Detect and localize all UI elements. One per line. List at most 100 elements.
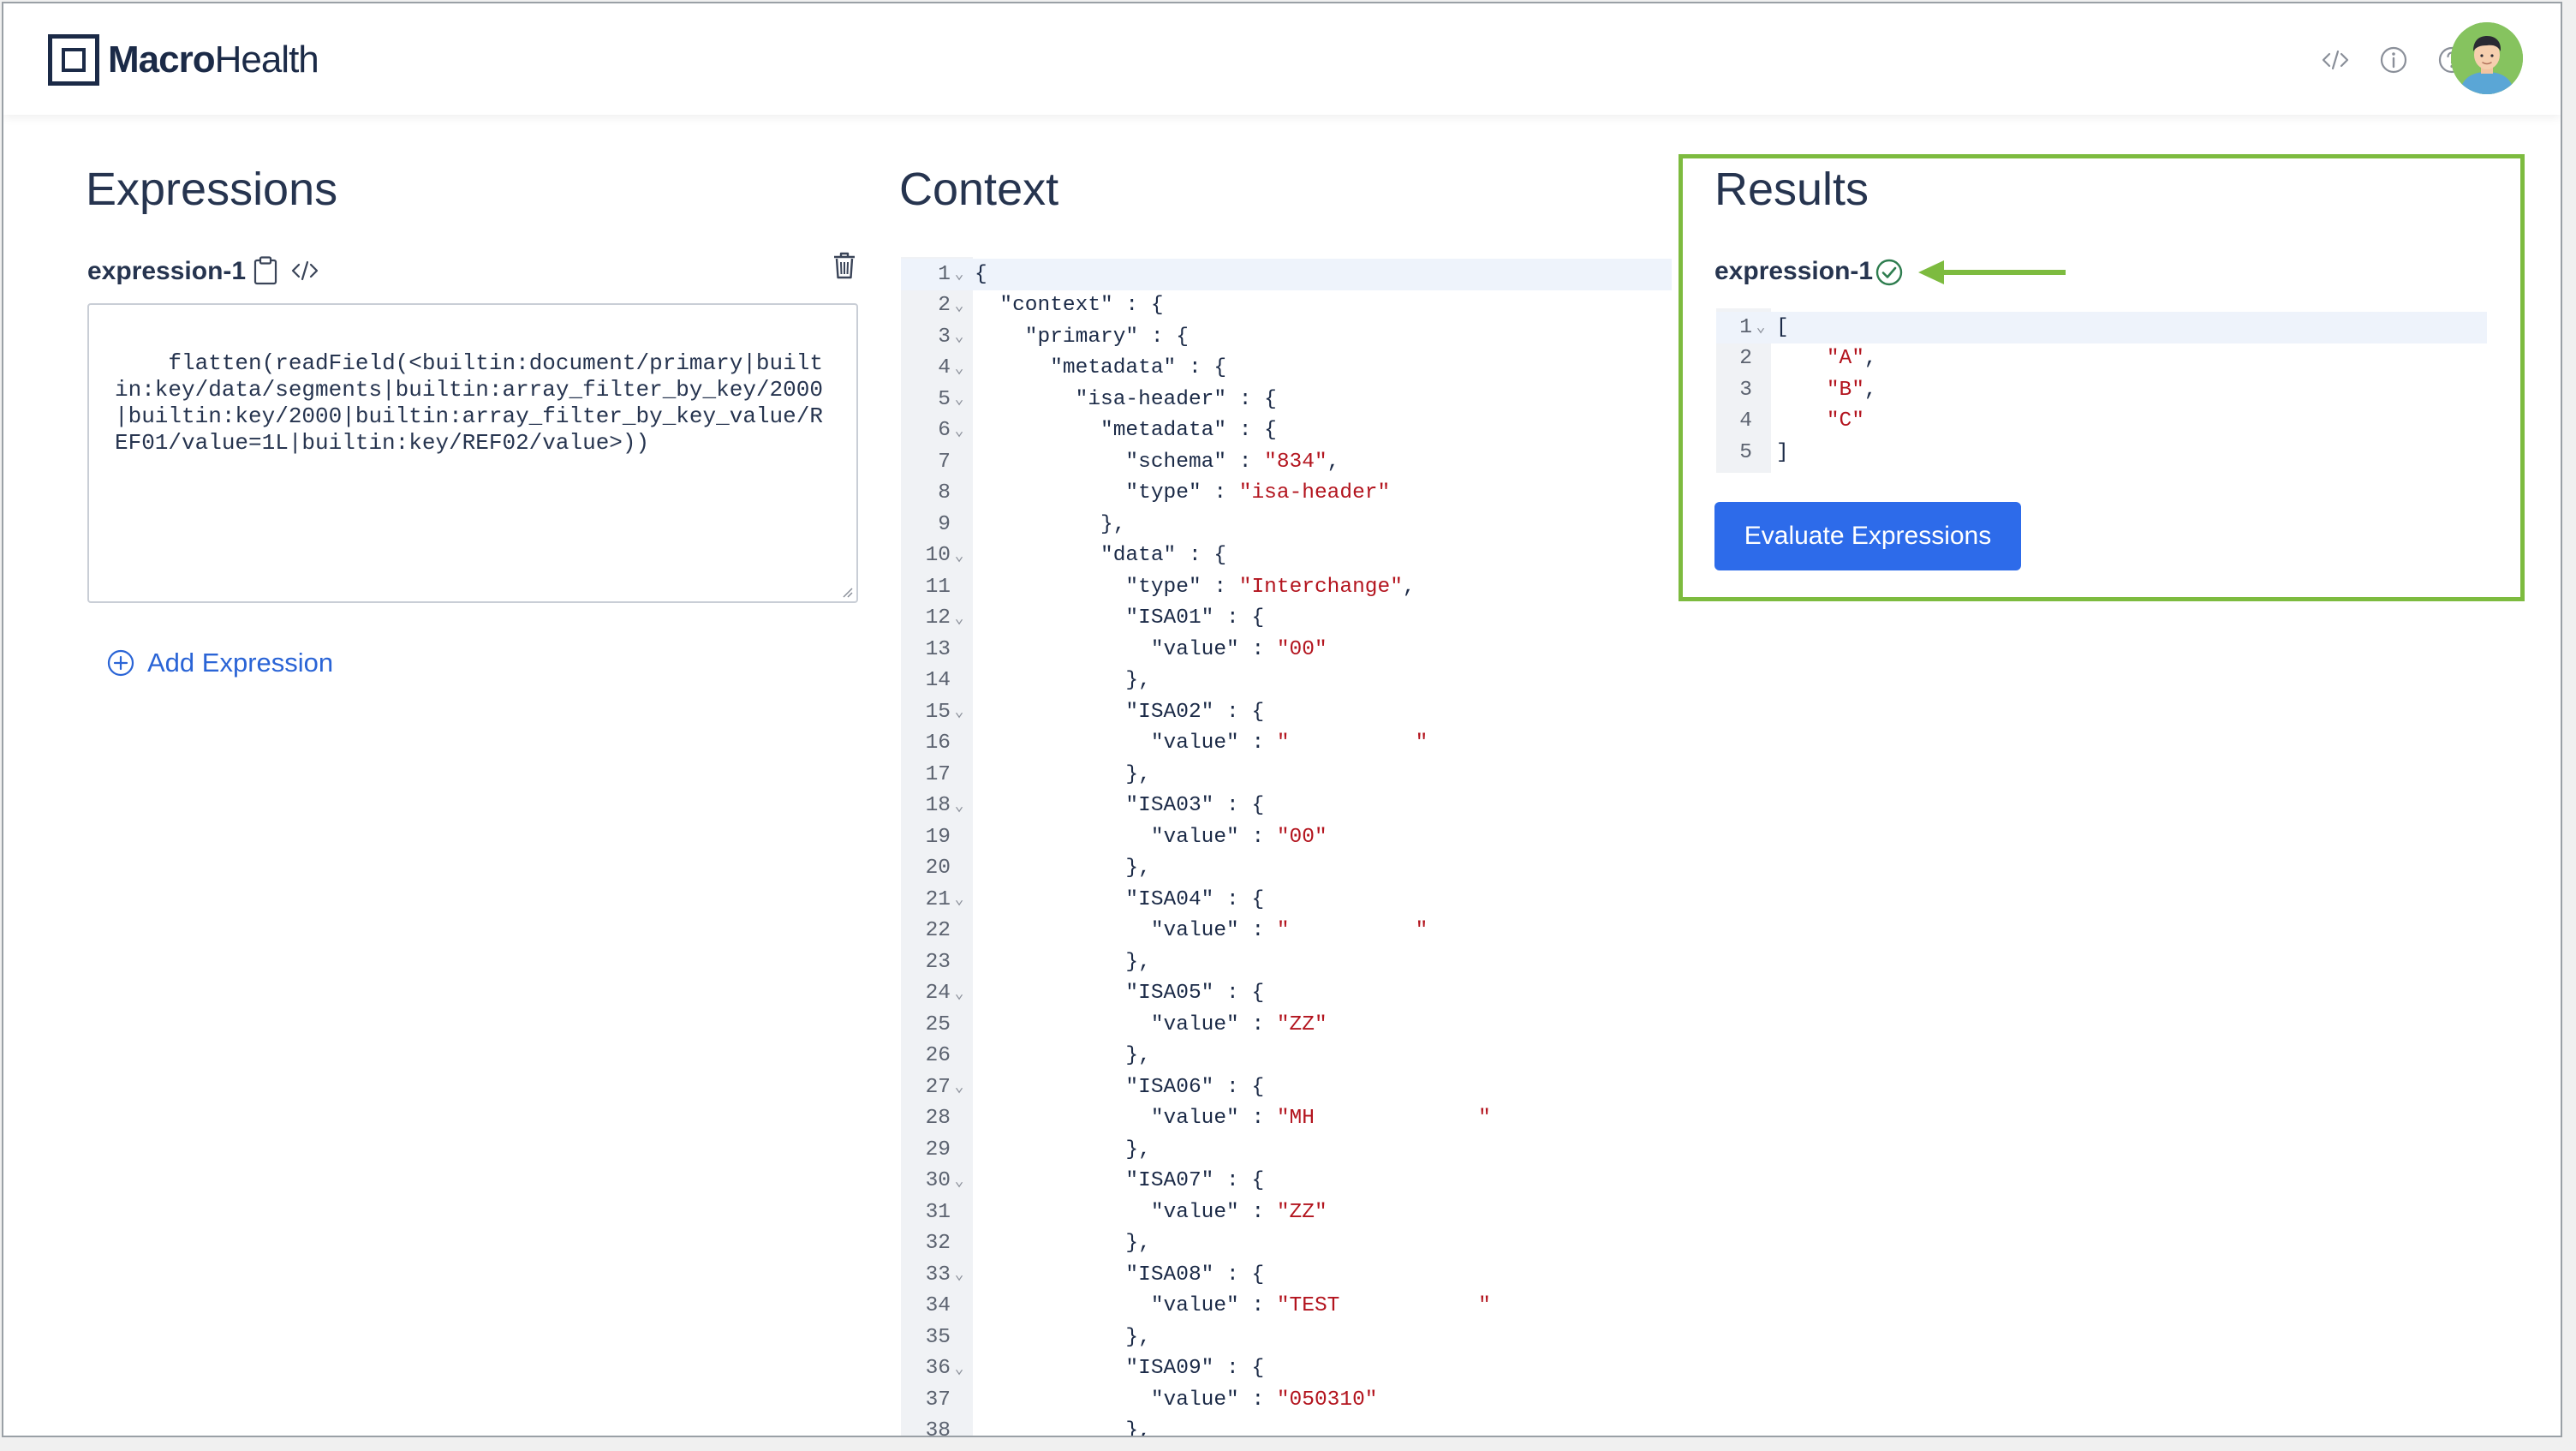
fold-chevron-icon[interactable]: ⌄ bbox=[951, 702, 968, 721]
line-number: 4 bbox=[938, 356, 951, 380]
line-number: 31 bbox=[925, 1200, 951, 1224]
fold-chevron-icon[interactable]: ⌄ bbox=[951, 296, 968, 315]
line-number: 1 bbox=[938, 262, 951, 286]
evaluate-expressions-button[interactable]: Evaluate Expressions bbox=[1714, 502, 2021, 570]
brand-name-bold: Macro bbox=[108, 39, 216, 81]
fold-chevron-icon[interactable]: ⌄ bbox=[951, 327, 968, 346]
code-text: "metadata" : { bbox=[975, 356, 1227, 380]
fold-chevron-icon[interactable]: ⌄ bbox=[951, 421, 968, 440]
line-number: 37 bbox=[925, 1388, 951, 1412]
line-number: 35 bbox=[925, 1325, 951, 1349]
code-text: "value" : "TEST " bbox=[975, 1294, 1491, 1318]
toolbar-icons bbox=[2321, 34, 2466, 86]
check-circle-icon bbox=[1875, 259, 1903, 286]
trash-icon[interactable] bbox=[829, 250, 860, 281]
fold-chevron-icon[interactable]: ⌄ bbox=[951, 359, 968, 378]
code-text: }, bbox=[975, 1232, 1151, 1256]
result-code-view[interactable]: 1 ⌄[2 "A", 3 "B", 4 "C" 5] bbox=[1716, 308, 2487, 473]
code-line: 12 ⌄ "ISA01" : { bbox=[901, 603, 1672, 635]
top-navbar: MacroHealth bbox=[3, 3, 2561, 115]
context-code-editor[interactable]: 1 ⌄{2 ⌄ "context" : {3 ⌄ "primary" : {4 ⌄ "m… bbox=[901, 257, 1672, 1437]
code-text: "ISA01" : { bbox=[975, 606, 1265, 630]
code-icon[interactable] bbox=[2321, 45, 2350, 75]
code-text: }, bbox=[975, 512, 1126, 536]
brand-name: MacroHealth bbox=[108, 39, 319, 81]
code-line: 29 }, bbox=[901, 1134, 1672, 1166]
add-expression-button[interactable]: Add Expression bbox=[106, 648, 333, 678]
code-line: 3 ⌄ "primary" : { bbox=[901, 321, 1672, 353]
info-icon[interactable] bbox=[2379, 45, 2408, 75]
brand-name-regular: Health bbox=[214, 39, 319, 81]
code-line: 22 "value" : " " bbox=[901, 916, 1672, 947]
code-text: }, bbox=[975, 762, 1151, 786]
fold-chevron-icon[interactable]: ⌄ bbox=[951, 984, 968, 1003]
line-number: 27 bbox=[925, 1075, 951, 1099]
fold-chevron-icon[interactable]: ⌄ bbox=[951, 1265, 968, 1284]
line-number: 24 bbox=[925, 982, 951, 1006]
line-number: 3 bbox=[938, 325, 951, 349]
code-text: "C" bbox=[1826, 409, 1864, 433]
code-line: 2 ⌄ "context" : { bbox=[901, 290, 1672, 322]
fold-chevron-icon[interactable]: ⌄ bbox=[951, 390, 968, 409]
code-text: "type" : "isa-header" bbox=[975, 481, 1391, 505]
fold-chevron-icon[interactable]: ⌄ bbox=[951, 797, 968, 815]
line-number: 30 bbox=[925, 1169, 951, 1193]
fold-chevron-icon[interactable]: ⌄ bbox=[951, 890, 968, 909]
user-avatar[interactable] bbox=[2451, 22, 2523, 94]
line-number: 11 bbox=[925, 575, 951, 599]
code-text: }, bbox=[975, 1419, 1151, 1437]
fold-chevron-icon[interactable]: ⌄ bbox=[951, 609, 968, 628]
fold-chevron-icon[interactable]: ⌄ bbox=[951, 1172, 968, 1191]
fold-chevron-icon[interactable]: ⌄ bbox=[1752, 318, 1769, 337]
code-view-icon[interactable] bbox=[289, 255, 320, 286]
line-number: 16 bbox=[925, 731, 951, 755]
line-number: 14 bbox=[925, 669, 951, 693]
code-line: 1 ⌄ { bbox=[901, 259, 1672, 290]
line-number: 17 bbox=[925, 762, 951, 786]
expressions-title: Expressions bbox=[86, 164, 338, 215]
code-line: 14 }, bbox=[901, 666, 1672, 697]
code-text: "ISA06" : { bbox=[975, 1075, 1265, 1099]
expression-text[interactable]: flatten(readField(<builtin:document/prim… bbox=[115, 350, 823, 456]
line-number: 2 bbox=[938, 294, 951, 318]
clipboard-icon[interactable] bbox=[250, 255, 281, 286]
code-line: 16 "value" : " " bbox=[901, 728, 1672, 760]
brand-logo[interactable]: MacroHealth bbox=[48, 31, 319, 89]
plus-circle-icon bbox=[107, 649, 134, 677]
code-text: ] bbox=[1776, 440, 1789, 464]
line-number: 18 bbox=[925, 794, 951, 818]
line-number: 19 bbox=[925, 825, 951, 849]
code-line: 18 ⌄ "ISA03" : { bbox=[901, 791, 1672, 822]
code-line: 7 "schema" : "834", bbox=[901, 446, 1672, 478]
line-number: 5 bbox=[1739, 440, 1752, 464]
code-line: 11 "type" : "Interchange", bbox=[901, 571, 1672, 603]
code-line: 25 "value" : "ZZ" bbox=[901, 1009, 1672, 1041]
code-text: "isa-header" : { bbox=[975, 387, 1277, 411]
code-line: 4 "C" bbox=[1716, 406, 2487, 438]
code-line: 30 ⌄ "ISA07" : { bbox=[901, 1166, 1672, 1197]
expression-input[interactable]: flatten(readField(<builtin:document/prim… bbox=[87, 303, 858, 603]
code-line: 1 ⌄ [ bbox=[1716, 312, 2487, 343]
fold-chevron-icon[interactable]: ⌄ bbox=[951, 1359, 968, 1378]
code-text: }, bbox=[975, 950, 1151, 974]
code-line: 38 }, bbox=[901, 1416, 1672, 1437]
fold-chevron-icon[interactable]: ⌄ bbox=[951, 1078, 968, 1096]
fold-chevron-icon[interactable]: ⌄ bbox=[951, 546, 968, 565]
line-number: 6 bbox=[938, 419, 951, 443]
code-text: [ bbox=[1776, 315, 1789, 339]
code-line: 10 ⌄ "data" : { bbox=[901, 540, 1672, 572]
code-text: "schema" : "834", bbox=[975, 450, 1340, 474]
resize-handle-icon[interactable] bbox=[839, 584, 853, 598]
line-number: 23 bbox=[925, 950, 951, 974]
code-line: 32 }, bbox=[901, 1228, 1672, 1260]
code-text: "value" : "050310" bbox=[975, 1388, 1378, 1412]
code-text: "ISA07" : { bbox=[975, 1169, 1265, 1193]
code-line: 9 }, bbox=[901, 509, 1672, 540]
logo-mark-icon bbox=[48, 34, 99, 86]
fold-chevron-icon[interactable]: ⌄ bbox=[951, 265, 968, 284]
code-text: { bbox=[975, 262, 987, 286]
code-line: 27 ⌄ "ISA06" : { bbox=[901, 1072, 1672, 1103]
line-number: 8 bbox=[938, 481, 951, 505]
line-number: 25 bbox=[925, 1012, 951, 1036]
code-text: "A", bbox=[1826, 347, 1877, 371]
